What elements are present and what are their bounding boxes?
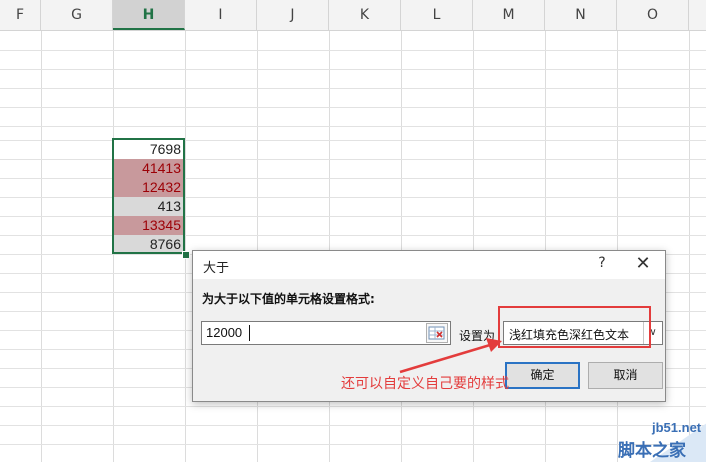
- grid-line: [0, 444, 706, 445]
- column-header-o[interactable]: O: [617, 0, 689, 30]
- grid-line: [0, 425, 706, 426]
- column-header-m[interactable]: M: [473, 0, 545, 30]
- close-icon[interactable]: ✕: [633, 253, 653, 274]
- column-header-j[interactable]: J: [257, 0, 329, 30]
- text-caret: [249, 325, 250, 341]
- value-input[interactable]: 12000: [201, 321, 451, 345]
- cell-h[interactable]: 12432: [113, 178, 185, 197]
- grid-line: [0, 178, 706, 179]
- cell-h[interactable]: 413: [113, 197, 185, 216]
- grid-line: [0, 197, 706, 198]
- cancel-button[interactable]: 取消: [588, 362, 663, 389]
- column-header-k[interactable]: K: [329, 0, 401, 30]
- dialog-title-bar[interactable]: 大于 ? ✕: [193, 251, 665, 279]
- dialog-title: 大于: [203, 261, 230, 276]
- grid-line: [0, 406, 706, 407]
- grid-line: [185, 31, 186, 462]
- column-header-h[interactable]: H: [113, 0, 185, 30]
- annotation-text: 还可以自定义自己要的样式: [341, 376, 509, 392]
- help-button[interactable]: ?: [593, 255, 611, 271]
- column-header-n[interactable]: N: [545, 0, 617, 30]
- grid-line: [0, 216, 706, 217]
- cell-h[interactable]: 7698: [113, 140, 185, 159]
- ok-button[interactable]: 确定: [505, 362, 580, 389]
- column-header-i[interactable]: I: [185, 0, 257, 30]
- grid-line: [0, 107, 706, 108]
- grid-line: [0, 159, 706, 160]
- column-header-f[interactable]: F: [0, 0, 41, 30]
- fill-handle[interactable]: [182, 251, 190, 259]
- value-text: 12000: [206, 325, 243, 340]
- cell-h[interactable]: 13345: [113, 216, 185, 235]
- grid-line: [0, 126, 706, 127]
- column-header-bar: F G H I J K L M N O: [0, 0, 706, 31]
- watermark-url: jb51.net: [652, 420, 702, 435]
- cell-h[interactable]: 41413: [113, 159, 185, 178]
- column-header-g[interactable]: G: [41, 0, 113, 30]
- range-select-icon[interactable]: [426, 323, 448, 343]
- annotation-highlight-box: [498, 306, 651, 348]
- watermark-brand: 脚本之家: [618, 441, 686, 461]
- set-as-label: 设置为: [459, 329, 496, 343]
- grid-line: [0, 140, 706, 141]
- column-header-l[interactable]: L: [401, 0, 473, 30]
- grid-line: [0, 50, 706, 51]
- grid-line: [0, 69, 706, 70]
- grid-line: [0, 235, 706, 236]
- dialog-prompt: 为大于以下值的单元格设置格式:: [202, 292, 375, 306]
- grid-line: [41, 31, 42, 462]
- grid-line: [0, 88, 706, 89]
- cell-h[interactable]: 8766: [113, 235, 185, 254]
